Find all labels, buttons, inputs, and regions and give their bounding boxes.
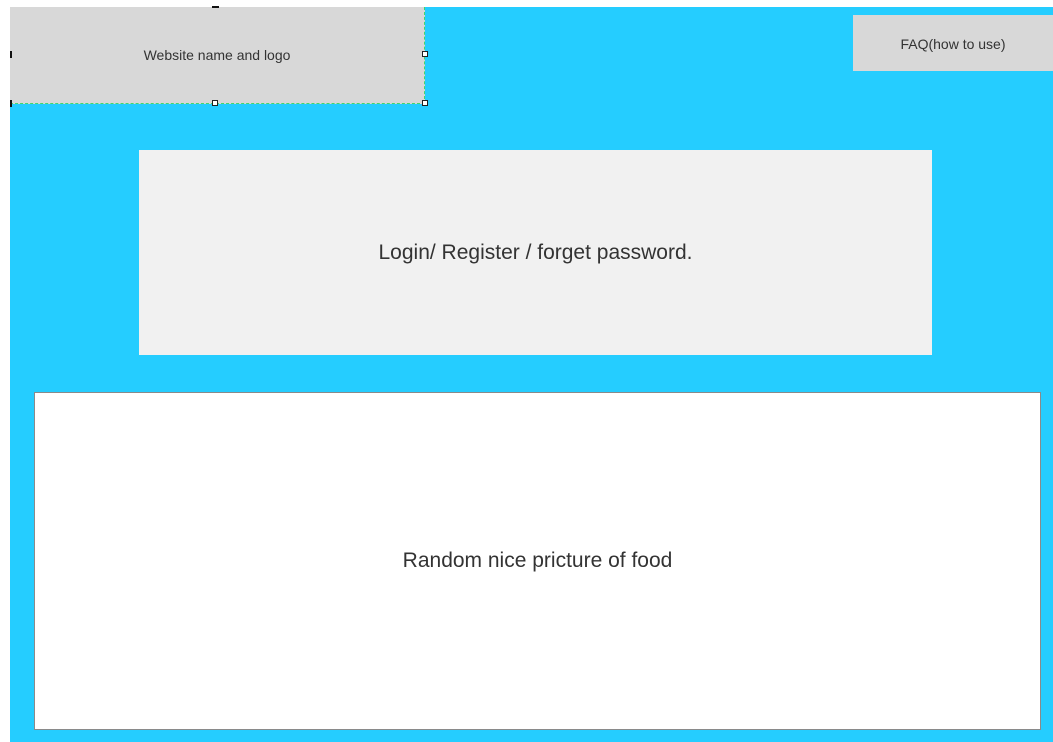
resize-handle-top-marker [212,6,219,8]
login-text: Login/ Register / forget password. [378,240,693,264]
logo-text: Website name and logo [143,47,291,63]
resize-handle-right[interactable] [422,51,428,57]
login-register-box[interactable]: Login/ Register / forget password. [139,150,932,355]
faq-label: FAQ(how to use) [900,36,1006,52]
resize-handle-bottom[interactable] [212,100,218,106]
resize-handle-bottom-right[interactable] [422,100,428,106]
faq-button[interactable]: FAQ(how to use) [853,15,1053,71]
website-logo-box[interactable]: Website name and logo [10,7,425,104]
resize-handle-left-marker [10,51,12,58]
resize-handle-bottom-left-marker [10,100,12,107]
food-picture-text: Random nice pricture of food [402,549,673,572]
food-picture-box: Random nice pricture of food [34,392,1041,730]
